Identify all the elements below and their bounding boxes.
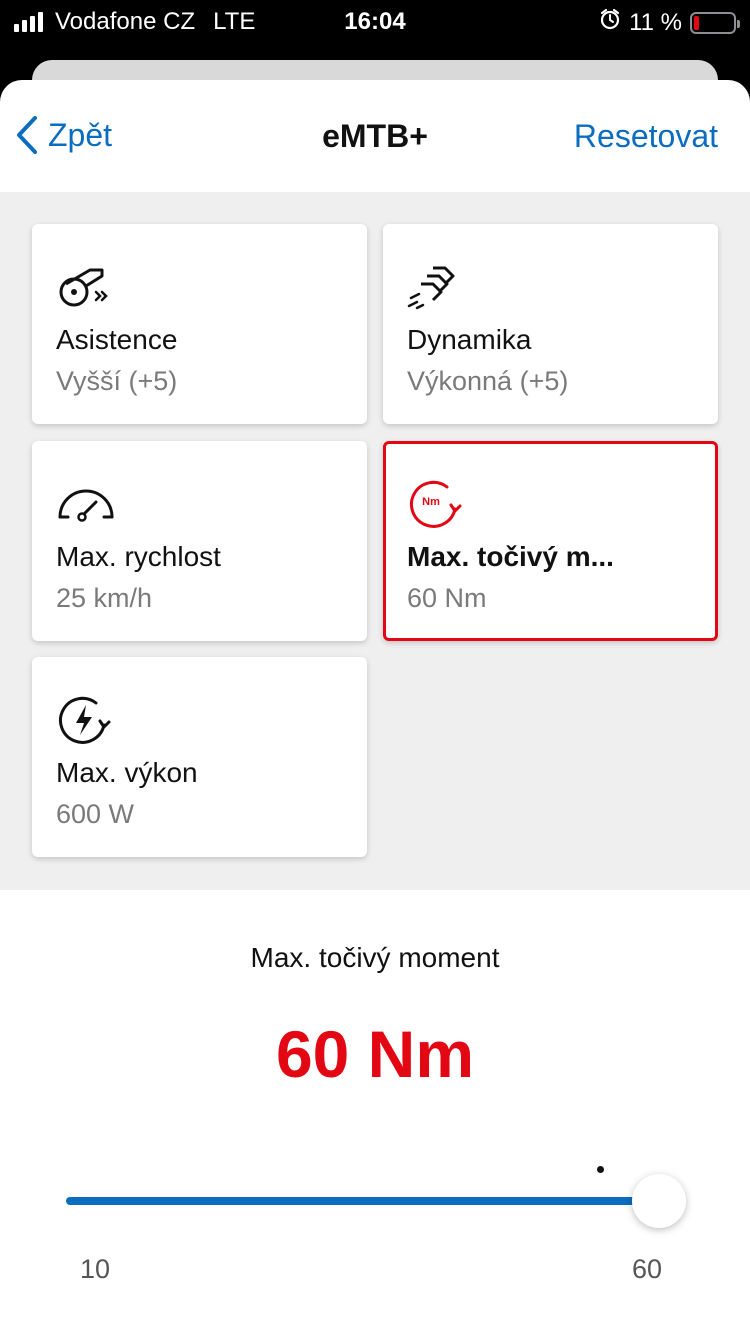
slider-max-label: 60 <box>632 1254 663 1284</box>
detail-panel: Max. točivý moment 60 Nm 10 60 <box>0 890 750 1334</box>
card-value: 60 Nm <box>407 583 487 613</box>
detail-value: 60 Nm <box>275 1017 475 1091</box>
slider-track[interactable] <box>66 1197 659 1205</box>
card-title: Asistence <box>56 324 178 355</box>
card-value: Vyšší (+5) <box>56 366 178 396</box>
card-value: 600 W <box>56 799 135 829</box>
settings-grid: Asistence Vyšší (+5) Dynamika Výkonná (+… <box>0 192 750 890</box>
slider-marker-dot <box>597 1166 604 1173</box>
card-assist[interactable]: Asistence Vyšší (+5) <box>32 224 367 424</box>
torque-slider[interactable] <box>66 1166 686 1232</box>
speedometer-icon <box>58 489 114 522</box>
alarm-icon <box>599 8 621 37</box>
card-title: Dynamika <box>407 324 532 355</box>
slider-thumb[interactable] <box>632 1174 686 1228</box>
card-dynamics[interactable]: Dynamika Výkonná (+5) <box>383 224 718 424</box>
reset-button[interactable]: Resetovat <box>574 118 718 155</box>
battery-percent: 11 % <box>629 8 682 36</box>
svg-text:Nm: Nm <box>422 496 440 508</box>
card-max-torque[interactable]: Nm Max. točivý m... 60 Nm <box>383 441 718 641</box>
slider-min-label: 10 <box>80 1254 111 1284</box>
status-right: 11 % <box>599 8 740 37</box>
card-title: Max. výkon <box>56 757 198 788</box>
settings-sheet: Zpět eMTB+ Resetovat Asistence Vyšší (+5… <box>0 80 750 1334</box>
battery-fill <box>694 15 699 30</box>
card-value: 25 km/h <box>56 583 153 613</box>
assist-icon <box>59 268 108 307</box>
torque-icon: Nm <box>409 480 462 528</box>
card-title: Max. točivý m... <box>407 541 614 572</box>
dynamics-icon <box>407 266 455 310</box>
detail-label: Max. točivý moment <box>250 942 500 973</box>
nav-bar: Zpět eMTB+ Resetovat <box>0 80 750 192</box>
power-icon <box>58 696 111 744</box>
card-value: Výkonná (+5) <box>407 366 569 396</box>
card-max-power[interactable]: Max. výkon 600 W <box>32 657 367 857</box>
card-max-speed[interactable]: Max. rychlost 25 km/h <box>32 441 367 641</box>
card-title: Max. rychlost <box>56 541 221 572</box>
status-bar: Vodafone CZ LTE 16:04 11 % <box>0 0 750 42</box>
battery-icon <box>690 11 740 34</box>
